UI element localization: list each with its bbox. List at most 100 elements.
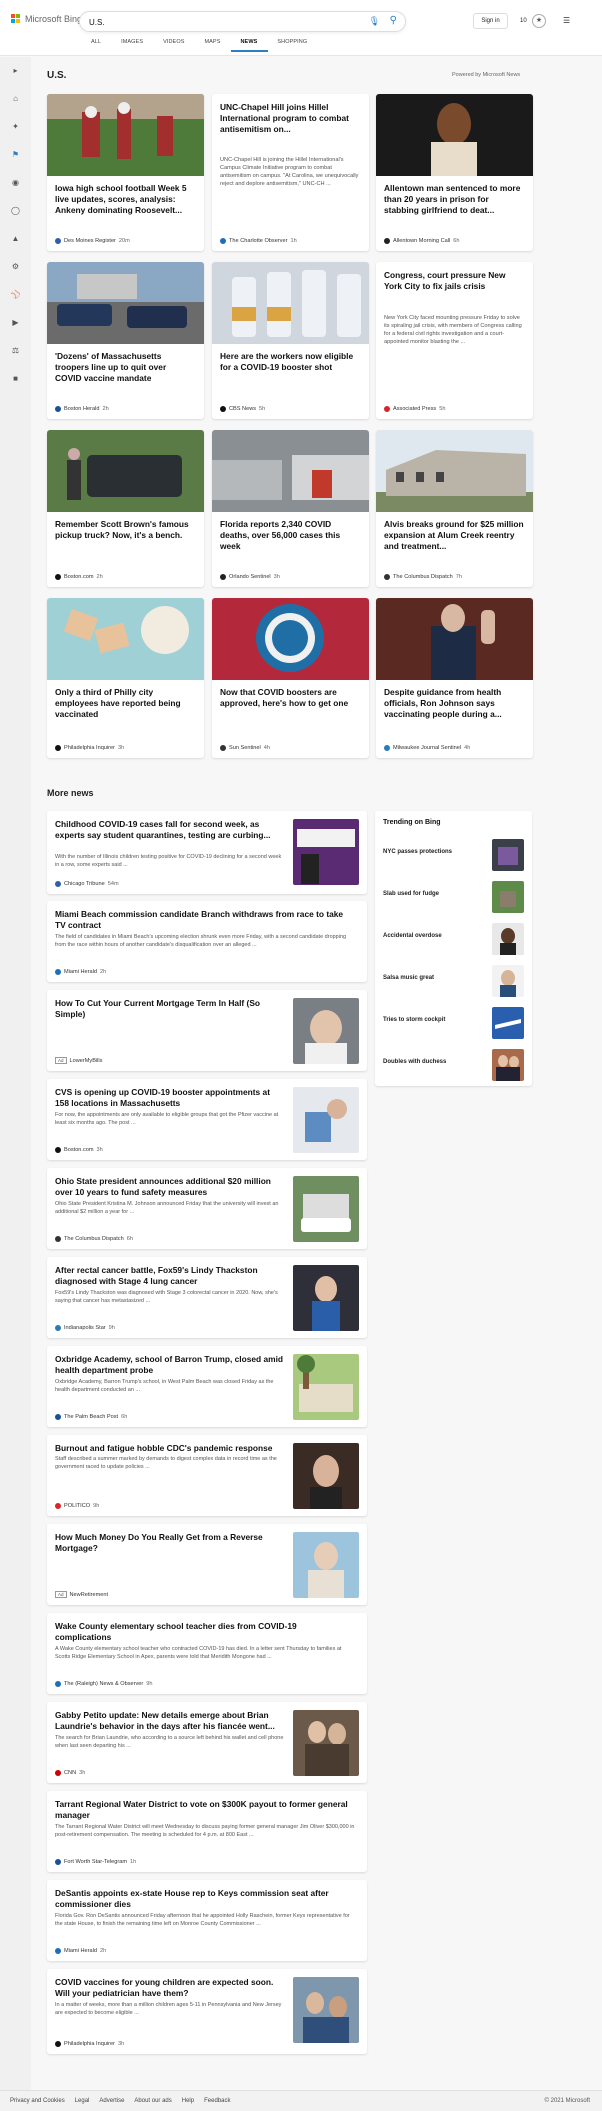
footer-link-about-ads[interactable]: About our ads <box>134 2098 171 2104</box>
card-title[interactable]: Now that COVID boosters are approved, he… <box>220 687 360 720</box>
news-card[interactable]: Congress, court pressure New York City t… <box>376 262 533 419</box>
item-source: Indianapolis Star 9h <box>55 1325 115 1331</box>
item-title[interactable]: How Much Money Do You Really Get from a … <box>55 1532 285 1554</box>
item-title[interactable]: Wake County elementary school teacher di… <box>55 1621 355 1643</box>
card-title[interactable]: 'Dozens' of Massachusetts troopers line … <box>55 351 195 384</box>
item-title[interactable]: After rectal cancer battle, Fox59's Lind… <box>55 1265 285 1287</box>
search-icon[interactable]: ⚲ <box>390 15 397 26</box>
home-icon[interactable]: ⌂ <box>10 93 21 104</box>
item-title[interactable]: Burnout and fatigue hobble CDC's pandemi… <box>55 1443 285 1454</box>
card-title[interactable]: Remember Scott Brown's famous pickup tru… <box>55 519 195 552</box>
footer-link-feedback[interactable]: Feedback <box>204 2098 230 2104</box>
entertainment-icon[interactable]: ▶ <box>10 317 21 328</box>
location-icon[interactable]: ◉ <box>10 177 21 188</box>
list-item[interactable]: Tarrant Regional Water District to vote … <box>47 1791 367 1872</box>
news-card[interactable]: Alvis breaks ground for $25 million expa… <box>376 430 533 587</box>
footer-link-advertise[interactable]: Advertise <box>99 2098 124 2104</box>
card-title[interactable]: Only a third of Philly city employees ha… <box>55 687 195 720</box>
tab-news[interactable]: NEWS <box>231 39 269 52</box>
item-title[interactable]: Oxbridge Academy, school of Barron Trump… <box>55 1354 285 1376</box>
news-card[interactable]: Now that COVID boosters are approved, he… <box>212 598 369 758</box>
trending-item[interactable]: Tries to storm cockpit <box>383 1007 524 1040</box>
rewards-trophy-icon[interactable]: ★ <box>532 14 546 28</box>
footer-link-help[interactable]: Help <box>182 2098 194 2104</box>
item-title[interactable]: Gabby Petito update: New details emerge … <box>55 1710 285 1732</box>
microphone-icon[interactable]: 🎙 <box>369 16 380 27</box>
tab-shopping[interactable]: SHOPPING <box>268 39 318 52</box>
sign-in-button[interactable]: Sign in <box>473 13 508 29</box>
item-title[interactable]: How To Cut Your Current Mortgage Term In… <box>55 998 285 1020</box>
menu-icon[interactable]: ☰ <box>563 16 570 25</box>
list-item[interactable]: Gabby Petito update: New details emerge … <box>47 1702 367 1783</box>
item-source: Miami Herald 2h <box>55 969 106 975</box>
tab-all[interactable]: ALL <box>82 39 112 52</box>
trending-item[interactable]: NYC passes protections <box>383 839 524 872</box>
trending-item[interactable]: Accidental overdose <box>383 923 524 956</box>
trending-item[interactable]: Slab used for fudge <box>383 881 524 914</box>
tab-images[interactable]: IMAGES <box>112 39 154 52</box>
news-card[interactable]: Only a third of Philly city employees ha… <box>47 598 204 758</box>
list-item[interactable]: Childhood COVID-19 cases fall for second… <box>47 811 367 894</box>
trending-label[interactable]: Slab used for fudge <box>383 891 439 897</box>
list-item[interactable]: Burnout and fatigue hobble CDC's pandemi… <box>47 1435 367 1516</box>
item-title[interactable]: Childhood COVID-19 cases fall for second… <box>55 819 285 841</box>
list-item[interactable]: DeSantis appoints ex-state House rep to … <box>47 1880 367 1961</box>
card-title[interactable]: Florida reports 2,340 COVID deaths, over… <box>220 519 360 552</box>
news-card[interactable]: Florida reports 2,340 COVID deaths, over… <box>212 430 369 587</box>
item-title[interactable]: DeSantis appoints ex-state House rep to … <box>55 1888 355 1910</box>
lifestyle-icon[interactable]: ■ <box>10 373 21 384</box>
bing-logo[interactable]: Microsoft Bing <box>11 14 82 24</box>
news-card[interactable]: Despite guidance from health officials, … <box>376 598 533 758</box>
news-card[interactable]: Here are the workers now eligible for a … <box>212 262 369 419</box>
item-title[interactable]: CVS is opening up COVID-19 booster appoi… <box>55 1087 285 1109</box>
trending-item[interactable]: Doubles with duchess <box>383 1049 524 1082</box>
search-input[interactable] <box>89 16 349 28</box>
trending-label[interactable]: Salsa music great <box>383 975 434 981</box>
rewards-count[interactable]: 10 <box>520 18 527 24</box>
expand-icon[interactable]: ▸ <box>10 65 21 76</box>
trending-label[interactable]: Accidental overdose <box>383 933 442 939</box>
flag-icon[interactable]: ⚑ <box>10 149 21 160</box>
card-title[interactable]: UNC-Chapel Hill joins Hillel Internation… <box>220 102 360 146</box>
tab-videos[interactable]: VIDEOS <box>154 39 195 52</box>
card-title[interactable]: Alvis breaks ground for $25 million expa… <box>384 519 524 552</box>
list-item[interactable]: After rectal cancer battle, Fox59's Lind… <box>47 1257 367 1338</box>
card-title[interactable]: Here are the workers now eligible for a … <box>220 351 360 384</box>
news-card[interactable]: Allentown man sentenced to more than 20 … <box>376 94 533 251</box>
science-icon[interactable]: ⚙ <box>10 261 21 272</box>
card-title[interactable]: Despite guidance from health officials, … <box>384 687 524 720</box>
trending-label[interactable]: NYC passes protections <box>383 849 452 855</box>
list-item[interactable]: Miami Beach commission candidate Branch … <box>47 901 367 982</box>
list-item[interactable]: Oxbridge Academy, school of Barron Trump… <box>47 1346 367 1427</box>
list-item[interactable]: Ohio State president announces additiona… <box>47 1168 367 1249</box>
trending-label[interactable]: Doubles with duchess <box>383 1059 446 1065</box>
news-card[interactable]: Remember Scott Brown's famous pickup tru… <box>47 430 204 587</box>
list-item[interactable]: COVID vaccines for young children are ex… <box>47 1969 367 2054</box>
list-item[interactable]: Wake County elementary school teacher di… <box>47 1613 367 1694</box>
news-card[interactable]: Iowa high school football Week 5 live up… <box>47 94 204 251</box>
sports-icon[interactable]: ⚾ <box>10 289 21 300</box>
brand-name: Microsoft Bing <box>25 14 83 24</box>
list-item[interactable]: How Much Money Do You Really Get from a … <box>47 1524 367 1605</box>
tab-maps[interactable]: MAPS <box>195 39 231 52</box>
trending-item[interactable]: Salsa music great <box>383 965 524 998</box>
list-item[interactable]: CVS is opening up COVID-19 booster appoi… <box>47 1079 367 1160</box>
trending-label[interactable]: Tries to storm cockpit <box>383 1017 445 1023</box>
card-title[interactable]: Allentown man sentenced to more than 20 … <box>384 183 524 216</box>
news-card[interactable]: 'Dozens' of Massachusetts troopers line … <box>47 262 204 419</box>
item-title[interactable]: COVID vaccines for young children are ex… <box>55 1977 285 1999</box>
item-title[interactable]: Tarrant Regional Water District to vote … <box>55 1799 355 1821</box>
item-title[interactable]: Miami Beach commission candidate Branch … <box>55 909 355 931</box>
globe-icon[interactable]: ◯ <box>10 205 21 216</box>
business-icon[interactable]: ▲ <box>10 233 21 244</box>
politics-icon[interactable]: ⚖ <box>10 345 21 356</box>
discover-icon[interactable]: ✦ <box>10 121 21 132</box>
news-card[interactable]: UNC-Chapel Hill joins Hillel Internation… <box>212 94 369 251</box>
list-item[interactable]: How To Cut Your Current Mortgage Term In… <box>47 990 367 1071</box>
footer-link-privacy[interactable]: Privacy and Cookies <box>10 2098 65 2104</box>
footer-link-legal[interactable]: Legal <box>75 2098 90 2104</box>
card-title[interactable]: Iowa high school football Week 5 live up… <box>55 183 195 216</box>
item-title[interactable]: Ohio State president announces additiona… <box>55 1176 285 1198</box>
trending-thumbnail <box>492 1049 524 1081</box>
card-title[interactable]: Congress, court pressure New York City t… <box>384 270 524 303</box>
